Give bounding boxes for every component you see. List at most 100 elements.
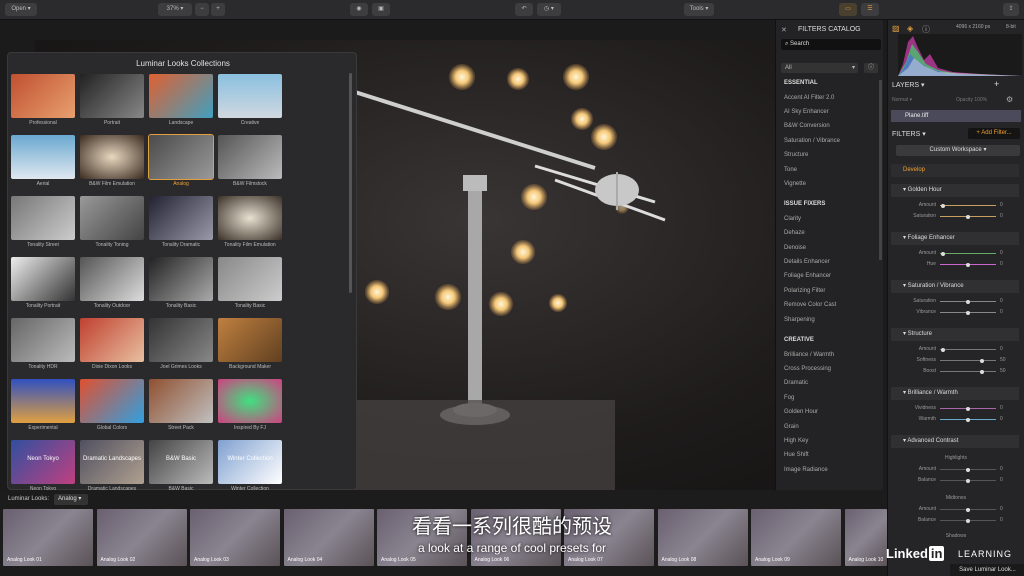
slider-knob[interactable] — [966, 478, 970, 483]
slider-knob[interactable] — [940, 203, 945, 208]
catalog-filter-item[interactable]: Remove Color Cast — [784, 302, 836, 308]
look-collection-tile[interactable]: B&W Basic — [149, 440, 213, 484]
catalog-filter-item[interactable]: Accent AI Filter 2.0 — [784, 95, 834, 101]
catalog-filter-item[interactable]: Polarizing Filter — [784, 288, 825, 294]
filter-slider[interactable] — [940, 349, 996, 350]
filter-panel-header[interactable]: ▾ Foliage Enhancer — [891, 232, 1019, 245]
look-collection-tile[interactable] — [148, 134, 214, 180]
catalog-filter-item[interactable]: Fog — [784, 395, 794, 401]
zoom-out-button[interactable]: − — [195, 3, 209, 16]
filter-panel-header[interactable]: ▾ Advanced Contrast — [891, 435, 1019, 448]
look-collection-tile[interactable] — [149, 196, 213, 240]
catalog-filter-item[interactable]: Details Enhancer — [784, 259, 830, 265]
slider-knob[interactable] — [966, 299, 970, 304]
filter-panel-header[interactable]: ▾ Brilliance / Warmth — [891, 387, 1019, 400]
catalog-section-header[interactable]: ISSUE FIXERS — [784, 201, 825, 207]
look-collection-tile[interactable] — [11, 196, 75, 240]
slider-knob[interactable] — [966, 406, 970, 411]
catalog-filter-item[interactable]: Grain — [784, 424, 799, 430]
looks-category-dropdown[interactable]: Analog ▾ — [54, 494, 88, 505]
catalog-filter-item[interactable]: Vignette — [784, 181, 806, 187]
look-collection-tile[interactable] — [80, 379, 144, 423]
catalog-filter-item[interactable]: Dramatic — [784, 380, 808, 386]
filter-slider[interactable] — [940, 371, 996, 372]
slider-knob[interactable] — [940, 347, 945, 352]
close-icon[interactable]: ✕ — [781, 26, 787, 34]
layer-settings-icon[interactable]: ⚙ — [1006, 95, 1013, 104]
look-collection-tile[interactable] — [149, 379, 213, 423]
look-collection-tile[interactable] — [11, 74, 75, 118]
slider-knob[interactable] — [940, 251, 945, 256]
catalog-filter-item[interactable]: Denoise — [784, 245, 806, 251]
look-collection-tile[interactable] — [218, 318, 282, 362]
catalog-filter-item[interactable]: B&W Conversion — [784, 123, 830, 129]
filter-panel-header[interactable]: ▾ Saturation / Vibrance — [891, 280, 1019, 293]
slider-knob[interactable] — [966, 417, 970, 422]
open-button[interactable]: Open ▾ — [5, 3, 37, 16]
slider-knob[interactable] — [966, 467, 970, 472]
look-collection-tile[interactable] — [149, 257, 213, 301]
save-look-button[interactable]: Save Luminar Look... — [950, 564, 1024, 576]
catalog-filter-item[interactable]: Brilliance / Warmth — [784, 352, 834, 358]
looks-panel-icon[interactable]: ▭ — [839, 3, 857, 16]
layers-stack-icon[interactable]: ◈ — [907, 24, 913, 33]
layer-item[interactable]: Plane.tiff — [891, 110, 1021, 122]
slider-knob[interactable] — [980, 369, 984, 374]
catalog-filter-item[interactable]: Golden Hour — [784, 409, 818, 415]
share-icon[interactable]: ⇪ — [1003, 3, 1019, 16]
look-collection-tile[interactable]: Winter Collection — [218, 440, 282, 484]
look-collection-tile[interactable] — [11, 379, 75, 423]
undo-icon[interactable]: ↶ — [515, 3, 533, 16]
blend-mode-dropdown[interactable]: Normal ▾ — [892, 97, 912, 103]
catalog-filter-item[interactable]: Foliage Enhancer — [784, 273, 831, 279]
catalog-filter-item[interactable]: Sharpening — [784, 317, 815, 323]
slider-knob[interactable] — [966, 262, 970, 267]
catalog-scrollbar[interactable] — [879, 80, 882, 260]
catalog-filter-item[interactable]: Structure — [784, 152, 808, 158]
slider-knob[interactable] — [980, 358, 984, 363]
look-collection-tile[interactable] — [80, 135, 144, 179]
scrollbar[interactable] — [349, 73, 352, 293]
add-layer-button[interactable]: + — [994, 79, 999, 89]
filter-slider[interactable] — [940, 205, 996, 206]
look-collection-tile[interactable] — [80, 196, 144, 240]
look-collection-tile[interactable] — [80, 318, 144, 362]
zoom-dropdown[interactable]: 37% ▾ — [158, 3, 192, 16]
catalog-filter-item[interactable]: Cross Processing — [784, 366, 831, 372]
catalog-filter-item[interactable]: Dehaze — [784, 230, 805, 236]
history-icon[interactable]: ◷ ▾ — [537, 3, 561, 16]
catalog-section-header[interactable]: CREATIVE — [784, 337, 814, 343]
workspace-dropdown[interactable]: Custom Workspace ▾ — [896, 145, 1020, 156]
look-collection-tile[interactable] — [149, 318, 213, 362]
look-collection-tile[interactable] — [11, 135, 75, 179]
catalog-filter-item[interactable]: AI Sky Enhancer — [784, 109, 829, 115]
catalog-filter-item[interactable]: High Key — [784, 438, 808, 444]
catalog-filter-item[interactable]: Hue Shift — [784, 452, 809, 458]
catalog-filter-item[interactable]: Clarity — [784, 216, 801, 222]
look-collection-tile[interactable] — [80, 74, 144, 118]
slider-knob[interactable] — [966, 310, 970, 315]
look-collection-tile[interactable]: Neon Tokyo — [11, 440, 75, 484]
info-icon[interactable]: ⓘ — [864, 63, 878, 73]
look-collection-tile[interactable]: Dramatic Landscapes — [80, 440, 144, 484]
search-input[interactable]: ⌕ Search — [781, 39, 881, 50]
category-dropdown[interactable]: All ▾ — [781, 63, 858, 73]
catalog-filter-item[interactable]: Image Radiance — [784, 467, 828, 473]
filter-slider[interactable] — [940, 253, 996, 254]
look-collection-tile[interactable] — [218, 74, 282, 118]
add-filter-button[interactable]: + Add Filter... — [968, 128, 1020, 139]
tools-dropdown[interactable]: Tools ▾ — [684, 3, 714, 16]
look-collection-tile[interactable] — [218, 257, 282, 301]
filter-panel-header[interactable]: ▾ Structure — [891, 328, 1019, 341]
slider-knob[interactable] — [966, 214, 970, 219]
look-collection-tile[interactable] — [218, 379, 282, 423]
opacity-control[interactable]: Opacity 100% — [956, 97, 987, 103]
catalog-filter-item[interactable]: Tone — [784, 167, 797, 173]
look-collection-tile[interactable] — [218, 135, 282, 179]
compare-icon[interactable]: ▣ — [372, 3, 390, 16]
zoom-in-button[interactable]: + — [211, 3, 225, 16]
look-collection-tile[interactable] — [149, 74, 213, 118]
filter-panel-header[interactable]: ▾ Golden Hour — [891, 184, 1019, 197]
look-collection-tile[interactable] — [11, 318, 75, 362]
filter-slider[interactable] — [940, 360, 996, 361]
